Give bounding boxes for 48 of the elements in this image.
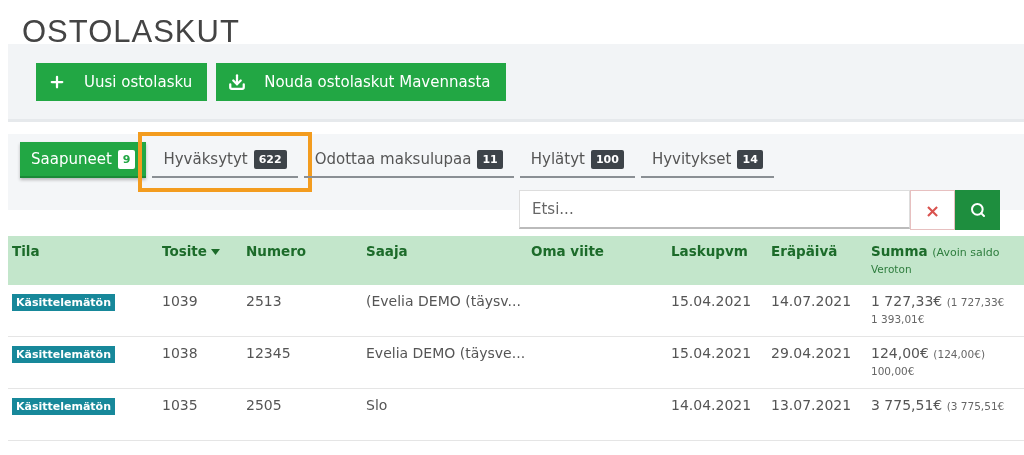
table-cell: 13.07.2021 — [767, 388, 867, 441]
tab[interactable]: Hylätyt 100 — [519, 142, 635, 178]
table-cell: Slo — [362, 388, 527, 441]
search-field[interactable]: Etsi... — [519, 190, 910, 229]
count-badge: 9 — [117, 149, 136, 169]
column-header[interactable]: Tila — [8, 236, 158, 285]
new-invoice-button[interactable]: Uusi ostolasku — [36, 62, 208, 101]
table-cell: Evelia DEMO (täysve... — [362, 336, 527, 389]
tab[interactable]: Hyväksytyt 622 — [152, 142, 298, 178]
page-title: OSTOLASKUT — [21, 13, 241, 44]
count-badge: 622 — [253, 149, 287, 169]
column-header[interactable]: Summa (Avoin saldo Veroton — [867, 236, 1024, 285]
count-badge: 14 — [737, 149, 763, 169]
table-cell: 3 775,51€ (3 775,51€ — [867, 388, 1024, 441]
table-cell: 15.04.2021 — [667, 285, 767, 337]
column-header[interactable]: Numero — [242, 236, 362, 285]
clear-button[interactable]: × — [910, 190, 955, 230]
table-cell: 124,00€ (124,00€) 100,00€ — [867, 336, 1024, 389]
status-badge: Käsittelemätön — [12, 294, 115, 311]
count-badge: 11 — [477, 149, 503, 169]
table-cell: 29.04.2021 — [767, 336, 867, 389]
sort-caret-icon — [210, 249, 220, 255]
table-cell: 1035 — [158, 388, 242, 441]
fetch-invoices-button[interactable]: Nouda ostolaskut Mavennasta — [216, 62, 506, 101]
table-cell: 1 727,33€ (1 727,33€ 1 393,01€ — [867, 285, 1024, 337]
table-cell: 1039 — [158, 285, 242, 337]
tab[interactable]: Hyvitykset 14 — [640, 142, 774, 178]
column-header[interactable]: Tosite — [158, 236, 242, 285]
status-badge: Käsittelemätön — [12, 346, 115, 363]
table-cell: 14.04.2021 — [667, 388, 767, 441]
column-header[interactable]: Oma viite — [527, 236, 667, 285]
status-badge: Käsittelemätön — [12, 398, 115, 415]
download-icon — [228, 72, 247, 91]
table-cell: 1038 — [158, 336, 242, 389]
tab[interactable]: Saapuneet 9 — [20, 142, 147, 178]
column-header[interactable]: Laskupvm — [667, 236, 767, 285]
tab[interactable]: Odottaa maksulupaa 11 — [303, 142, 514, 178]
table-cell: 15.04.2021 — [667, 336, 767, 389]
column-header[interactable]: Saaja — [362, 236, 527, 285]
table-cell: (Evelia DEMO (täysv... — [362, 285, 527, 337]
column-header[interactable]: Eräpäivä — [767, 236, 867, 285]
search-icon — [969, 202, 986, 218]
search-button[interactable] — [955, 190, 1000, 230]
table-cell: 2513 — [242, 285, 362, 337]
count-badge: 100 — [590, 149, 624, 169]
table-cell: 12345 — [242, 336, 362, 389]
table-cell: 2505 — [242, 388, 362, 441]
table-cell: 14.07.2021 — [767, 285, 867, 337]
